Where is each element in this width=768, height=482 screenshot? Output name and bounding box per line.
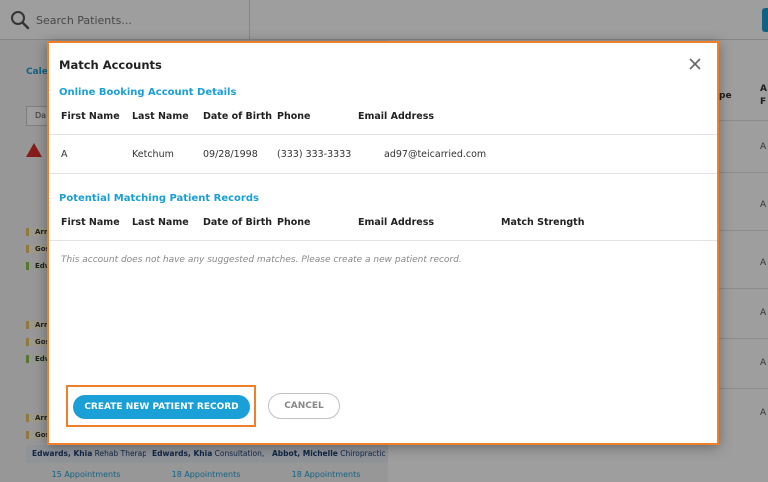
cancel-button[interactable]: CANCEL [268, 393, 340, 419]
booking-section-title: Online Booking Account Details [59, 87, 237, 98]
header-phone: Phone [277, 111, 311, 122]
booking-last-name: Ketchum [132, 149, 174, 160]
highlight-frame: CREATE NEW PATIENT RECORD [66, 385, 256, 427]
matching-section-title: Potential Matching Patient Records [59, 193, 259, 204]
header-email: Email Address [358, 217, 435, 228]
header-last-name: Last Name [132, 111, 189, 122]
booking-email: ad97@teicarried.com [384, 149, 487, 160]
header-match-strength: Match Strength [501, 217, 585, 228]
create-new-patient-record-button[interactable]: CREATE NEW PATIENT RECORD [73, 395, 250, 419]
divider [49, 240, 717, 241]
header-last-name: Last Name [132, 217, 189, 228]
booking-phone: (333) 333-3333 [277, 149, 352, 160]
close-icon[interactable] [688, 57, 702, 71]
header-phone: Phone [277, 217, 311, 228]
divider [49, 173, 717, 174]
dialog-title: Match Accounts [59, 58, 162, 72]
empty-matches-message: This account does not have any suggested… [61, 255, 462, 265]
booking-first-name: A [61, 149, 68, 160]
booking-dob: 09/28/1998 [203, 149, 258, 160]
header-first-name: First Name [61, 111, 120, 122]
match-accounts-dialog: Match Accounts Online Booking Account De… [47, 41, 719, 445]
header-dob: Date of Birth [203, 111, 273, 122]
header-first-name: First Name [61, 217, 120, 228]
divider [49, 134, 717, 135]
header-dob: Date of Birth [203, 217, 273, 228]
header-email: Email Address [358, 111, 435, 122]
